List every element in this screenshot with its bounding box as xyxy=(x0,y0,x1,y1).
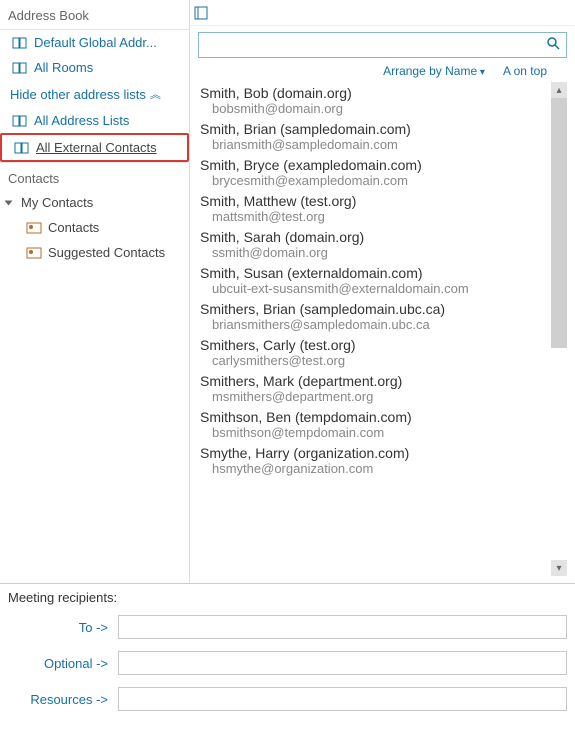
search-button[interactable] xyxy=(540,33,566,57)
book-icon xyxy=(12,36,28,50)
contact-name: Smith, Bryce (exampledomain.com) xyxy=(200,157,565,173)
contact-name: Smithers, Brian (sampledomain.ubc.ca) xyxy=(200,301,565,317)
sidebar-item-all-rooms[interactable]: All Rooms xyxy=(0,55,189,80)
book-icon xyxy=(12,114,28,128)
scroll-thumb[interactable] xyxy=(551,98,567,348)
to-button[interactable]: To -> xyxy=(8,620,118,635)
resources-row: Resources -> xyxy=(8,687,567,711)
address-book-list: Default Global Addr... All Rooms xyxy=(0,30,189,80)
to-row: To -> xyxy=(8,615,567,639)
my-contacts-list: Contacts Suggested Contacts xyxy=(0,215,189,265)
contact-email: briansmithers@sampledomain.ubc.ca xyxy=(200,317,565,332)
arrange-bar: Arrange by Name A on top xyxy=(190,62,575,82)
search-box xyxy=(198,32,567,58)
contact-name: Smythe, Harry (organization.com) xyxy=(200,445,565,461)
sidebar-item-suggested-contacts[interactable]: Suggested Contacts xyxy=(0,240,189,265)
sidebar: Address Book Default Global Addr... All … xyxy=(0,0,190,583)
contact-list-container: ▴ ▾ Smith, Bob (domain.org)bobsmith@doma… xyxy=(190,82,575,576)
a-on-top-toggle[interactable]: A on top xyxy=(503,64,547,78)
contact-email: ssmith@domain.org xyxy=(200,245,565,260)
contact-name: Smithson, Ben (tempdomain.com) xyxy=(200,409,565,425)
chevron-up-icon: ︽ xyxy=(150,86,159,102)
search-input[interactable] xyxy=(199,33,540,57)
contacts-header: Contacts xyxy=(0,162,189,190)
sidebar-item-all-external-contacts[interactable]: All External Contacts xyxy=(0,133,189,162)
search-container xyxy=(190,26,575,62)
sidebar-item-label: Default Global Addr... xyxy=(34,35,157,50)
contact-email: hsmythe@organization.com xyxy=(200,461,565,476)
contact-email: bsmithson@tempdomain.com xyxy=(200,425,565,440)
resources-button[interactable]: Resources -> xyxy=(8,692,118,707)
contact-list-item[interactable]: Smith, Sarah (domain.org)ssmith@domain.o… xyxy=(190,226,575,262)
optional-row: Optional -> xyxy=(8,651,567,675)
to-input[interactable] xyxy=(118,615,567,639)
scroll-down-button[interactable]: ▾ xyxy=(551,560,567,576)
contact-name: Smith, Sarah (domain.org) xyxy=(200,229,565,245)
contact-card-icon xyxy=(26,246,42,260)
contact-email: carlysmithers@test.org xyxy=(200,353,565,368)
contact-name: Smithers, Carly (test.org) xyxy=(200,337,565,353)
address-book-header: Address Book xyxy=(0,4,189,30)
resources-input[interactable] xyxy=(118,687,567,711)
contact-list-item[interactable]: Smithson, Ben (tempdomain.com)bsmithson@… xyxy=(190,406,575,442)
contact-email: briansmith@sampledomain.com xyxy=(200,137,565,152)
hide-other-label: Hide other address lists xyxy=(10,87,146,102)
contact-email: brycesmith@exampledomain.com xyxy=(200,173,565,188)
contact-list-item[interactable]: Smithers, Brian (sampledomain.ubc.ca)bri… xyxy=(190,298,575,334)
sidebar-item-label: All Rooms xyxy=(34,60,93,75)
sidebar-item-all-address-lists[interactable]: All Address Lists xyxy=(0,108,189,133)
meeting-recipients-panel: Meeting recipients: To -> Optional -> Re… xyxy=(0,584,575,731)
search-icon xyxy=(546,36,560,55)
contact-email: ubcuit-ext-susansmith@externaldomain.com xyxy=(200,281,565,296)
my-contacts-toggle[interactable]: My Contacts xyxy=(0,190,189,215)
address-book-list-more: All Address Lists All External Contacts xyxy=(0,108,189,162)
topbar xyxy=(190,0,575,26)
book-icon xyxy=(14,141,30,155)
arrange-by-dropdown[interactable]: Arrange by Name xyxy=(383,64,485,78)
optional-button[interactable]: Optional -> xyxy=(8,656,118,671)
meeting-recipients-title: Meeting recipients: xyxy=(8,590,567,605)
sidebar-item-label: All Address Lists xyxy=(34,113,129,128)
sidebar-item-label: Contacts xyxy=(48,220,99,235)
contact-email: mattsmith@test.org xyxy=(200,209,565,224)
sidebar-item-contacts[interactable]: Contacts xyxy=(0,215,189,240)
sidebar-item-label: Suggested Contacts xyxy=(48,245,165,260)
contact-email: bobsmith@domain.org xyxy=(200,101,565,116)
hide-other-lists-link[interactable]: Hide other address lists ︽ xyxy=(0,80,189,108)
sidebar-item-label: All External Contacts xyxy=(36,140,157,155)
contact-list-item[interactable]: Smythe, Harry (organization.com)hsmythe@… xyxy=(190,442,575,478)
my-contacts-label: My Contacts xyxy=(21,195,93,210)
contact-name: Smith, Bob (domain.org) xyxy=(200,85,565,101)
main-panel: Arrange by Name A on top ▴ ▾ Smith, Bob … xyxy=(190,0,575,583)
contact-list-item[interactable]: Smith, Bryce (exampledomain.com)brycesmi… xyxy=(190,154,575,190)
book-icon xyxy=(12,61,28,75)
contact-name: Smith, Matthew (test.org) xyxy=(200,193,565,209)
triangle-down-icon xyxy=(5,200,13,205)
contact-name: Smith, Susan (externaldomain.com) xyxy=(200,265,565,281)
contact-email: msmithers@department.org xyxy=(200,389,565,404)
addressbook-icon[interactable] xyxy=(194,6,210,20)
contact-list-item[interactable]: Smithers, Carly (test.org)carlysmithers@… xyxy=(190,334,575,370)
contact-card-icon xyxy=(26,221,42,235)
contact-name: Smithers, Mark (department.org) xyxy=(200,373,565,389)
contact-list-item[interactable]: Smith, Bob (domain.org)bobsmith@domain.o… xyxy=(190,82,575,118)
optional-input[interactable] xyxy=(118,651,567,675)
contact-list-item[interactable]: Smithers, Mark (department.org)msmithers… xyxy=(190,370,575,406)
contact-name: Smith, Brian (sampledomain.com) xyxy=(200,121,565,137)
contact-list-item[interactable]: Smith, Matthew (test.org)mattsmith@test.… xyxy=(190,190,575,226)
scroll-up-button[interactable]: ▴ xyxy=(551,82,567,98)
sidebar-item-default-global[interactable]: Default Global Addr... xyxy=(0,30,189,55)
contact-list: Smith, Bob (domain.org)bobsmith@domain.o… xyxy=(190,82,575,478)
contact-list-item[interactable]: Smith, Susan (externaldomain.com)ubcuit-… xyxy=(190,262,575,298)
contact-list-item[interactable]: Smith, Brian (sampledomain.com)briansmit… xyxy=(190,118,575,154)
